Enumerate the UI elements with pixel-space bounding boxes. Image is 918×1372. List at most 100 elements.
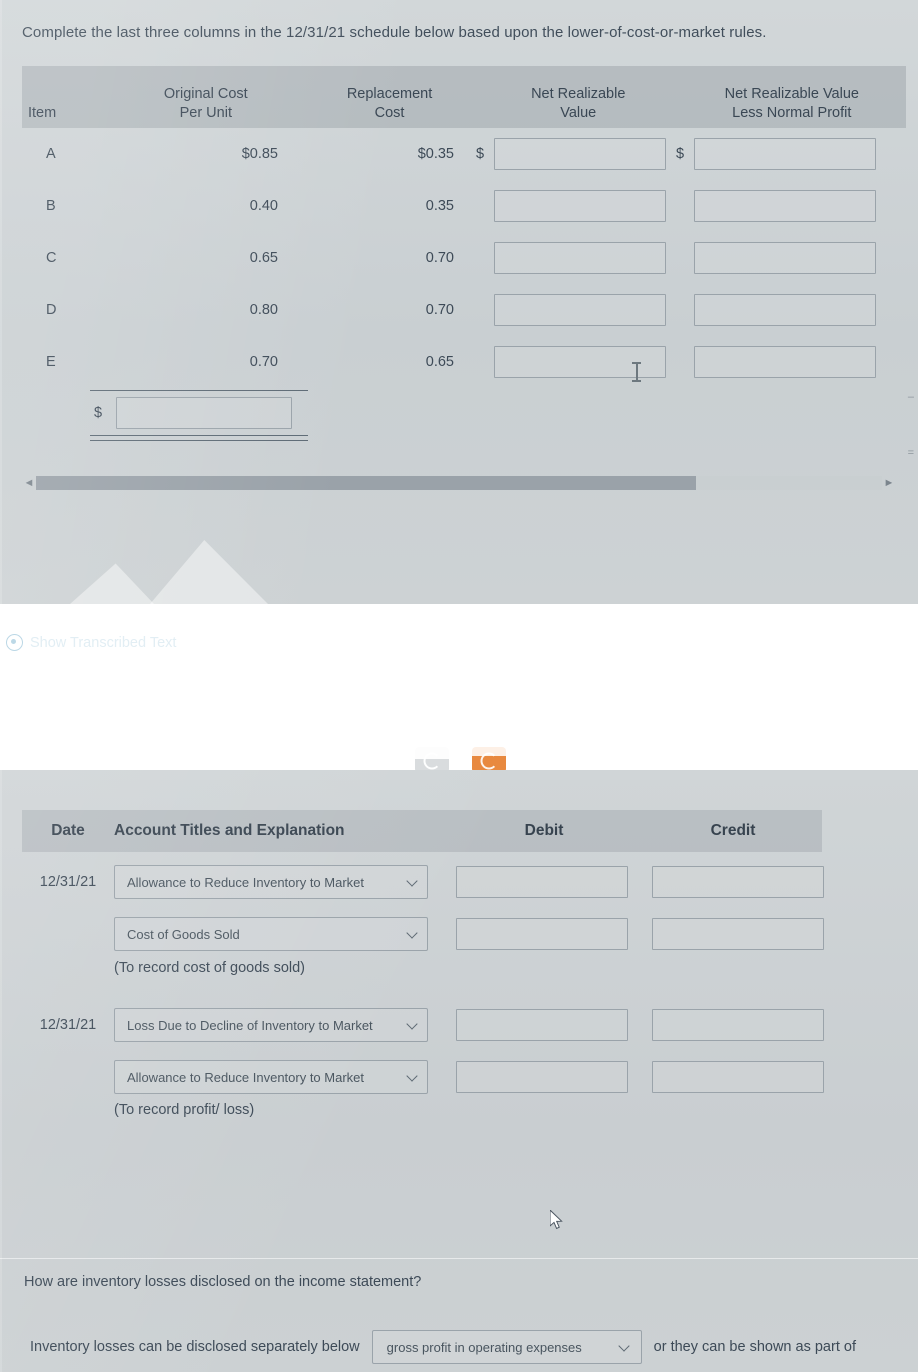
total-row: $ <box>90 391 308 435</box>
row-nrvlnp-cell: $ <box>676 138 906 170</box>
column-header-replacement-line1: Replacement <box>346 85 433 102</box>
schedule-total-block: $ <box>90 390 308 441</box>
nrv-input[interactable] <box>494 190 666 222</box>
nrv-input[interactable] <box>494 346 666 378</box>
journal-note-profit-loss: (To record profit/ loss) <box>114 1102 255 1118</box>
account-select-label: Loss Due to Decline of Inventory to Mark… <box>127 1017 373 1033</box>
row-nrvlnp-cell: $ <box>676 190 906 222</box>
credit-input[interactable] <box>652 1061 824 1093</box>
table-row: D 0.80 0.70 $ $ <box>22 284 906 336</box>
disclosure-select[interactable]: gross profit in operating expenses <box>371 1330 642 1364</box>
journal-date: 12/31/21 <box>39 1017 97 1033</box>
row-original-cost: 0.80 <box>249 302 278 318</box>
column-header-replacement-line2: Cost <box>374 105 405 122</box>
row-nrvlnp-cell: $ <box>676 294 906 326</box>
account-select[interactable]: Allowance to Reduce Inventory to Market <box>114 1060 428 1094</box>
column-header-debit: Debit <box>524 822 564 839</box>
row-replacement-cost: $0.35 <box>417 146 454 162</box>
schedule-prompt: Complete the last three columns in the 1… <box>22 24 767 41</box>
row-original-cost: 0.65 <box>249 250 278 266</box>
column-header-original-cost-line1: Original Cost <box>163 85 248 102</box>
eye-icon <box>6 634 23 651</box>
credit-input[interactable] <box>652 918 824 950</box>
column-header-nrvlnp-line1: Net Realizable Value <box>724 85 859 102</box>
column-header-item: Item <box>28 105 57 122</box>
account-select[interactable]: Allowance to Reduce Inventory to Market <box>114 865 428 899</box>
disclosure-answer-row: Inventory losses can be disclosed separa… <box>30 1330 856 1364</box>
column-header-nrv-less-normal-profit: Net Realizable Value Less Normal Profit <box>678 85 906 124</box>
currency-symbol-placeholder: $ <box>676 302 694 318</box>
currency-symbol-placeholder: $ <box>476 250 494 266</box>
nrvlnp-input[interactable] <box>694 242 876 274</box>
chevron-down-icon <box>407 1019 419 1031</box>
chevron-down-icon <box>407 1071 419 1083</box>
journal-row: 12/31/21 Loss Due to Decline of Inventor… <box>22 1003 902 1047</box>
currency-symbol: $ <box>476 146 485 162</box>
row-replacement-cost: 0.70 <box>425 302 454 318</box>
currency-symbol-placeholder: $ <box>476 302 494 318</box>
nrvlnp-input[interactable] <box>694 190 876 222</box>
currency-symbol: $ <box>94 405 103 421</box>
row-item-label: E <box>46 354 56 370</box>
column-header-nrv-line2: Value <box>560 105 597 122</box>
journal-header-row: Date Account Titles and Explanation Debi… <box>22 810 822 852</box>
column-header-credit: Credit <box>710 822 756 839</box>
chevron-down-icon <box>619 1341 631 1353</box>
journal-row: Allowance to Reduce Inventory to Market <box>22 1055 902 1099</box>
column-header-nrvlnp-line2: Less Normal Profit <box>732 105 852 122</box>
row-item-label: B <box>46 198 56 214</box>
currency-symbol-placeholder: $ <box>476 354 494 370</box>
nrvlnp-input[interactable] <box>694 138 876 170</box>
total-input[interactable] <box>116 397 292 429</box>
show-transcribed-text-link[interactable]: Show Transcribed Text <box>6 634 176 651</box>
credit-input[interactable] <box>652 1009 824 1041</box>
column-header-date: Date <box>51 822 85 839</box>
currency-symbol-placeholder: $ <box>476 198 494 214</box>
scrollbar-thumb[interactable] <box>36 476 696 490</box>
scroll-left-arrow-icon[interactable]: ◄ <box>22 477 36 489</box>
nrv-input[interactable] <box>494 138 666 170</box>
table-row: E 0.70 0.65 $ $ <box>22 336 906 388</box>
chevron-down-icon <box>407 928 419 940</box>
edge-marker: – <box>907 391 914 403</box>
divider <box>0 1258 918 1259</box>
nrv-input[interactable] <box>494 242 666 274</box>
scroll-right-arrow-icon[interactable]: ► <box>882 477 896 489</box>
row-original-cost: 0.40 <box>249 198 278 214</box>
nrv-input[interactable] <box>494 294 666 326</box>
row-nrv-cell: $ <box>476 346 676 378</box>
row-nrv-cell: $ <box>476 190 676 222</box>
credit-input[interactable] <box>652 866 824 898</box>
debit-input[interactable] <box>456 918 628 950</box>
loading-ring-icon <box>480 752 498 770</box>
horizontal-scrollbar[interactable]: ◄ ► <box>22 474 896 492</box>
row-nrv-cell: $ <box>476 294 676 326</box>
account-select-label: Allowance to Reduce Inventory to Market <box>127 1069 365 1085</box>
schedule-table: Item Original Cost Per Unit Replacement … <box>22 66 906 388</box>
scrollbar-track[interactable] <box>36 476 882 490</box>
schedule-panel: Complete the last three columns in the 1… <box>0 0 918 604</box>
divider <box>0 620 918 621</box>
chevron-down-icon <box>407 876 419 888</box>
nrvlnp-input[interactable] <box>694 294 876 326</box>
debit-input[interactable] <box>456 866 628 898</box>
currency-symbol-placeholder: $ <box>676 250 694 266</box>
account-select-label: Cost of Goods Sold <box>127 926 240 942</box>
debit-input[interactable] <box>456 1009 628 1041</box>
currency-symbol: $ <box>676 146 685 162</box>
column-header-original-cost-line2: Per Unit <box>179 105 232 122</box>
loading-ring-icon <box>423 752 441 770</box>
column-header-original-cost: Original Cost Per Unit <box>111 85 300 124</box>
row-item-label: A <box>46 146 56 162</box>
column-header-nrv-line1: Net Realizable <box>531 85 626 102</box>
debit-input[interactable] <box>456 1061 628 1093</box>
account-select[interactable]: Loss Due to Decline of Inventory to Mark… <box>114 1008 428 1042</box>
row-item-label: D <box>46 302 57 318</box>
journal-entry-panel: Date Account Titles and Explanation Debi… <box>0 770 918 1372</box>
account-select-label: Allowance to Reduce Inventory to Market <box>127 874 365 890</box>
journal-row: 12/31/21 Allowance to Reduce Inventory t… <box>22 860 902 904</box>
table-row: B 0.40 0.35 $ $ <box>22 180 906 232</box>
nrvlnp-input[interactable] <box>694 346 876 378</box>
account-select[interactable]: Cost of Goods Sold <box>114 917 428 951</box>
table-row: A $0.85 $0.35 $ $ <box>22 128 906 180</box>
